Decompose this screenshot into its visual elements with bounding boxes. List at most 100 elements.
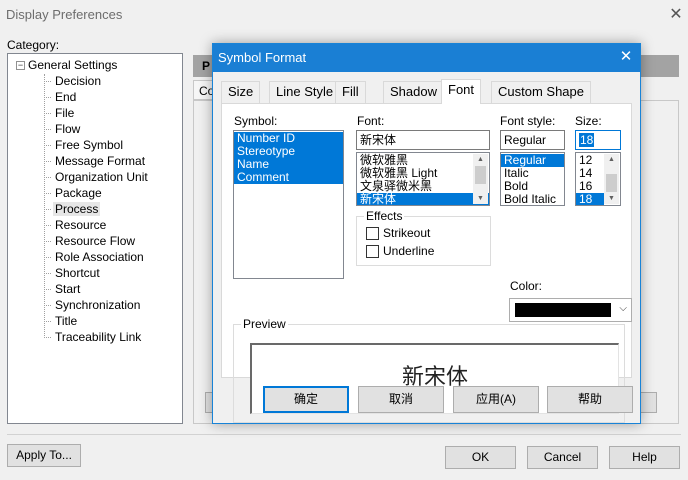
help-button[interactable]: Help: [609, 446, 680, 469]
bg-tab[interactable]: Co: [193, 80, 214, 100]
tree-connector: [44, 97, 51, 99]
tree-item-label: Traceability Link: [55, 330, 142, 344]
tree-item-label: Synchronization: [55, 298, 141, 312]
tree-connector: [44, 289, 51, 291]
tree-item-package[interactable]: Package: [44, 185, 104, 201]
window-title: Display Preferences: [6, 7, 123, 22]
symbol-label: Symbol:: [234, 114, 278, 128]
tab-custom-shape[interactable]: Custom Shape: [491, 81, 591, 103]
font-item-selected[interactable]: 新宋体: [357, 193, 489, 205]
font-listbox[interactable]: 微软雅黑 微软雅黑 Light 文泉驿微米黑 新宋体 ▲ ▼: [356, 152, 490, 206]
tab-shadow[interactable]: Shadow: [383, 81, 444, 103]
tree-item-file[interactable]: File: [44, 105, 76, 121]
symbol-item[interactable]: Comment: [234, 171, 343, 184]
font-style-item[interactable]: Bold Italic: [501, 193, 564, 206]
tree-item-traceability-link[interactable]: Traceability Link: [44, 329, 143, 345]
size-item-selected[interactable]: 18: [576, 193, 604, 205]
tab-font[interactable]: Font: [441, 79, 482, 104]
tree-item-label: Message Format: [55, 154, 146, 168]
scroll-up-icon[interactable]: ▲: [604, 154, 619, 165]
chevron-down-icon[interactable]: ⌵: [619, 303, 627, 314]
tree-connector: [44, 129, 51, 131]
tree-item-label: File: [55, 106, 75, 120]
tab-fill[interactable]: Fill: [335, 81, 366, 103]
ok-button[interactable]: OK: [445, 446, 516, 469]
tree-item-start[interactable]: Start: [44, 281, 82, 297]
separator: [7, 434, 681, 435]
bg-panel-title-bar: [639, 55, 679, 77]
scroll-thumb[interactable]: [475, 166, 486, 184]
category-tree[interactable]: − General Settings Decision End File Flow Fre…: [7, 53, 183, 424]
scroll-down-icon[interactable]: ▼: [604, 193, 619, 204]
window-close-icon[interactable]: ✕: [666, 4, 686, 24]
font-scrollbar[interactable]: ▲ ▼: [473, 154, 488, 204]
font-input[interactable]: 新宋体: [356, 130, 490, 150]
scroll-down-icon[interactable]: ▼: [473, 193, 488, 204]
strikeout-label: Strikeout: [383, 226, 431, 240]
color-dropdown[interactable]: ⌵: [509, 298, 632, 322]
tree-item-title[interactable]: Title: [44, 313, 79, 329]
category-label: Category:: [7, 38, 60, 52]
tree-connector: [44, 209, 51, 211]
tree-item-decision[interactable]: Decision: [44, 73, 103, 89]
font-style-listbox[interactable]: Regular Italic Bold Bold Italic: [500, 152, 565, 206]
tree-item-free-symbol[interactable]: Free Symbol: [44, 137, 125, 153]
effects-label: Effects: [364, 209, 405, 223]
tree-item-resource[interactable]: Resource: [44, 217, 108, 233]
size-scrollbar[interactable]: ▲ ▼: [604, 154, 619, 204]
size-input-value: 18: [579, 133, 595, 147]
tree-connector: [44, 241, 51, 243]
tree-item-flow[interactable]: Flow: [44, 121, 82, 137]
collapse-icon[interactable]: −: [16, 61, 25, 70]
apply-to-button[interactable]: Apply To...: [7, 444, 81, 467]
symbol-listbox[interactable]: Number ID Stereotype Name Comment: [233, 130, 344, 279]
tree-item-shortcut[interactable]: Shortcut: [44, 265, 102, 281]
tree-connector: [44, 257, 51, 259]
tree-item-role-association[interactable]: Role Association: [44, 249, 146, 265]
tree-item-label: Title: [55, 314, 78, 328]
tree-connector: [44, 225, 51, 227]
tab-size[interactable]: Size: [221, 81, 261, 103]
font-label: Font:: [357, 114, 385, 128]
size-label: Size:: [575, 114, 602, 128]
color-swatch: [515, 303, 611, 317]
tree-connector: [44, 337, 51, 339]
tree-connector: [44, 161, 51, 163]
font-tab-panel: Symbol: Number ID Stereotype Name Commen…: [221, 103, 632, 423]
effects-group: Effects Strikeout Underline: [356, 209, 491, 266]
dialog-close-icon[interactable]: ✕: [616, 47, 636, 67]
scroll-thumb[interactable]: [606, 174, 617, 192]
dialog-help-button[interactable]: 帮助: [547, 386, 633, 413]
tree-item-resource-flow[interactable]: Resource Flow: [44, 233, 137, 249]
tree-item-label: Flow: [55, 122, 81, 136]
tree-item-end[interactable]: End: [44, 89, 78, 105]
tree-connector: [44, 305, 51, 307]
checkbox-box[interactable]: [366, 245, 379, 258]
tree-item-label: Resource: [55, 218, 107, 232]
tree-item-label: Role Association: [55, 250, 144, 264]
confirm-button[interactable]: 确定: [263, 386, 349, 413]
font-style-input[interactable]: Regular: [500, 130, 565, 150]
scroll-up-icon[interactable]: ▲: [473, 154, 488, 165]
tree-item-organization-unit[interactable]: Organization Unit: [44, 169, 150, 185]
tree-connector: [44, 273, 51, 275]
tree-item-label: Shortcut: [55, 266, 100, 280]
tree-item-process[interactable]: Process: [44, 201, 101, 217]
tree-connector: [44, 145, 51, 147]
tree-item-message-format[interactable]: Message Format: [44, 153, 147, 169]
tab-line-style[interactable]: Line Style: [269, 81, 341, 103]
tree-connector: [44, 193, 51, 195]
dialog-cancel-button[interactable]: 取消: [358, 386, 444, 413]
checkbox-box[interactable]: [366, 227, 379, 240]
tree-connector: [44, 177, 51, 179]
tree-item-synchronization[interactable]: Synchronization: [44, 297, 142, 313]
tree-connector: [44, 321, 51, 323]
size-listbox[interactable]: 12 14 16 18 ▲ ▼: [575, 152, 621, 206]
preview-label: Preview: [241, 317, 288, 331]
dialog-titlebar[interactable]: Symbol Format ✕: [213, 44, 640, 72]
bg-panel-title: P: [193, 55, 213, 77]
tree-root-general-settings[interactable]: − General Settings: [16, 57, 117, 73]
cancel-button[interactable]: Cancel: [527, 446, 598, 469]
dialog-apply-button[interactable]: 应用(A): [453, 386, 539, 413]
size-input[interactable]: 18: [575, 130, 621, 150]
